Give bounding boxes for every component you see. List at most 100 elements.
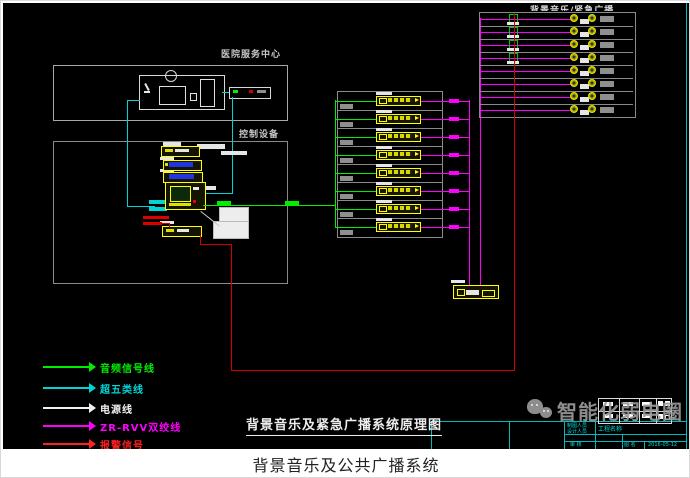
rack-interface-unit (229, 87, 271, 99)
drawing-part (388, 170, 412, 174)
module-tag (376, 92, 392, 95)
zone-tag (600, 81, 614, 87)
volume-controller-module (376, 204, 421, 214)
legend-label: 音频信号线 (100, 360, 155, 375)
drawing-part (193, 200, 196, 203)
amp-row (338, 110, 442, 129)
speaker-icon (570, 53, 578, 61)
audio-stub (335, 119, 376, 120)
zone-tag (340, 122, 353, 127)
drawing-part (379, 224, 387, 230)
twisted-pair-wire (481, 71, 572, 72)
drawing-part (531, 404, 533, 406)
wire-tag (449, 117, 459, 121)
twisted-pair-wire (421, 173, 470, 174)
drawing-part (388, 134, 412, 138)
speaker-rack (479, 12, 636, 118)
speaker-icon (570, 105, 578, 113)
monitor-icon (159, 86, 186, 105)
audio-stub (335, 137, 376, 138)
amp-row (338, 218, 442, 236)
speaker-row (480, 26, 633, 40)
twisted-pair-wire (421, 209, 470, 210)
zone-tag (600, 42, 614, 48)
legend-label: ZR-RVV双绞线 (100, 419, 181, 434)
volume-controller-module (376, 222, 421, 232)
controller-screen (170, 186, 191, 202)
wire-tag (449, 225, 459, 229)
twisted-pair-wire (481, 110, 572, 111)
drawing-part (595, 422, 596, 449)
titleblock-cell: 设计人员 (567, 430, 587, 435)
drawing-part: 背景音乐及紧急广播系统原理图 (246, 414, 442, 436)
audio-stub (335, 191, 376, 192)
twisted-pair-wire (421, 119, 470, 120)
legend-line (43, 443, 89, 445)
wire-tag (449, 99, 459, 103)
module-tag (376, 164, 392, 167)
legend-item: 电源线 (41, 401, 221, 415)
watermark-text: 智能化弱电圈 (557, 396, 683, 425)
volume-controller-module (376, 132, 421, 142)
zone-tag (600, 29, 614, 35)
legend-line (43, 366, 89, 368)
audio-stub (335, 209, 376, 210)
drawing-part (166, 229, 174, 232)
volume-controller-module (376, 168, 421, 178)
module-tag (376, 146, 392, 149)
speaker-row (480, 39, 633, 53)
article-page: { "page": { "caption": "背景音乐及公共广播系统" }, … (0, 0, 690, 478)
clock-icon (165, 70, 177, 82)
drawing-part (379, 98, 387, 104)
twisted-pair-wire (421, 191, 470, 192)
title-block: 制图人员 设计人员 工程名称 审 核 图 名 2016-05-12 (431, 421, 687, 449)
microphone-base (144, 91, 150, 93)
drawing-part (249, 90, 253, 93)
module-tag (507, 22, 519, 25)
drawing-part (415, 224, 419, 228)
drawing-part (177, 229, 189, 232)
module-tag (376, 110, 392, 113)
wire-tag (449, 189, 459, 193)
amp-row (338, 146, 442, 165)
drawing-part (536, 404, 538, 406)
speaker-icon (588, 92, 596, 100)
legend-item: 超五类线 (41, 381, 221, 395)
speaker-row (480, 52, 633, 66)
sheet-border (686, 3, 687, 449)
drawing-part (197, 144, 225, 149)
drawing-part (165, 149, 173, 152)
wire-tag (449, 207, 459, 211)
drawing-part (379, 170, 387, 176)
legend-arrow-icon (89, 403, 96, 413)
zone-tag (340, 230, 353, 235)
legend-item: 报警信号 (41, 437, 221, 449)
speaker-icon (570, 40, 578, 48)
zone-tag (340, 140, 353, 145)
amp-rack-rows (338, 92, 442, 237)
drawing-part (388, 188, 412, 192)
audio-bus (203, 205, 335, 206)
alarm-wire (169, 223, 170, 227)
speaker-icon (588, 53, 596, 61)
wechat-icon (527, 395, 557, 425)
titleblock-cell: 图 名 (624, 443, 636, 448)
legend-line (43, 407, 89, 409)
drawing-part (388, 224, 412, 228)
cat5e-wire (127, 100, 140, 101)
twisted-pair-wire (421, 155, 470, 156)
zone-tag (340, 176, 353, 181)
drawing-part (415, 188, 419, 192)
legend-item: ZR-RVV双绞线 (41, 419, 221, 433)
speaker-row (480, 91, 633, 105)
drawing-part (388, 116, 412, 120)
module-tag (376, 200, 392, 203)
drawing-part (547, 410, 549, 412)
legend-label: 电源线 (100, 401, 133, 416)
zone-tag (340, 194, 353, 199)
speaker-icon (588, 79, 596, 87)
amp-row (338, 200, 442, 219)
module-tag (376, 218, 392, 221)
twisted-pair-wire (481, 97, 572, 98)
legend-line (43, 387, 89, 389)
